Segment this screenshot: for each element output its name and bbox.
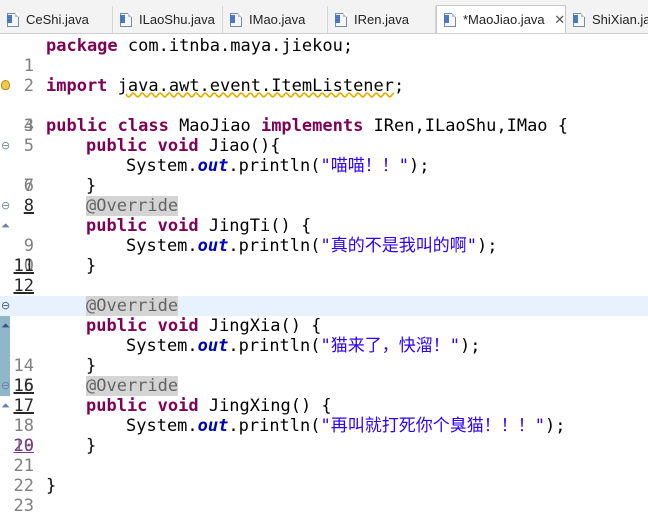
semicolon: ; [394, 76, 405, 96]
tab-label: IRen.java [354, 12, 409, 27]
fold-icon[interactable]: ⊖ [1, 380, 10, 392]
override-triangle-icon[interactable]: ⏶ [1, 400, 10, 412]
annotation: @Override [86, 196, 179, 216]
tab-label: ILaoShu.java [139, 12, 215, 27]
override-triangle-icon[interactable]: ⏶ [1, 220, 10, 232]
annotation: @Override [86, 296, 179, 316]
keyword: public void [86, 316, 199, 336]
string-literal: "再叫就打死你个臭猫！！！" [320, 416, 545, 436]
code-line: ⏶ 10 public void JingTi() { [0, 216, 648, 276]
code-line: 12 } [0, 256, 648, 296]
close-icon[interactable]: ✕ [554, 12, 565, 27]
code-text: System. [126, 236, 198, 256]
fold-icon[interactable]: ⊖ [1, 300, 10, 312]
code-text: System. [126, 416, 198, 436]
tab-shixian[interactable]: ShiXian.java [566, 6, 648, 33]
current-code-line: ⊖ 14 @Override [0, 296, 648, 376]
java-file-icon [120, 13, 132, 27]
code-line: 17 } [0, 356, 648, 416]
method-signature: Jiao(){ [198, 136, 281, 156]
code-line: 22 [0, 456, 648, 496]
code-line: 13 [0, 276, 648, 316]
static-field: out [197, 236, 229, 256]
code-editor[interactable]: 1 package com.itnba.maya.jiekou; 2 3 imp… [0, 34, 648, 516]
string-literal: "喵喵！！" [320, 156, 409, 176]
code-line: 23 } [0, 476, 648, 516]
code-text: System. [126, 156, 198, 176]
keyword: public void [86, 136, 199, 156]
method-signature: JingXing() { [198, 396, 332, 416]
string-literal: "猫来了，快溜！" [320, 336, 460, 356]
code-line: ⏶ 15 public void JingXia() { [0, 316, 648, 396]
unused-import: java.awt.event.ItemListener [117, 76, 395, 96]
static-field: out [197, 336, 229, 356]
interfaces: IRen,ILaoShu,IMao { [363, 116, 569, 136]
java-file-icon [335, 13, 347, 27]
code-line: ⏶ 19 public void JingXing() { [0, 396, 648, 456]
keyword: public void [86, 216, 199, 236]
tab-maojiao[interactable]: *MaoJiao.java ✕ [436, 5, 566, 33]
code-line: ⊖ 9 @Override [0, 196, 648, 256]
static-field: out [197, 416, 229, 436]
code-line: 3 import java.awt.event.ItemListener; [0, 76, 648, 136]
closing-brace: } [86, 356, 97, 376]
closing-brace: } [86, 256, 97, 276]
code-text: .println( [228, 416, 321, 436]
java-file-icon [7, 13, 19, 27]
tab-ilaoshu[interactable]: ILaoShu.java [113, 6, 223, 33]
code-text: .println( [228, 156, 321, 176]
tab-label: ShiXian.java [592, 12, 648, 27]
keyword: public void [86, 396, 199, 416]
code-text: ); [459, 336, 481, 356]
code-line: 8 } [0, 176, 648, 216]
code-text: .println( [228, 336, 321, 356]
code-text: ); [544, 416, 566, 436]
tab-label: CeShi.java [26, 12, 89, 27]
java-file-icon [444, 13, 456, 27]
tab-imao[interactable]: IMao.java [223, 6, 328, 33]
annotation: @Override [86, 376, 179, 396]
code-line: 1 package com.itnba.maya.jiekou; [0, 36, 648, 76]
code-line: 7 System.out.println("喵喵！！"); [0, 156, 648, 196]
code-line: 16 System.out.println("猫来了，快溜！"); [0, 336, 648, 396]
warning-bulb-icon[interactable] [1, 80, 10, 90]
fold-icon[interactable]: ⊖ [1, 200, 10, 212]
code-text: System. [126, 336, 198, 356]
code-line: 20 System.out.println("再叫就打死你个臭猫！！！"); [0, 416, 648, 456]
code-line: 4 [0, 96, 648, 136]
code-line: 21 } [0, 436, 648, 476]
tab-label: IMao.java [249, 12, 306, 27]
keyword: package [46, 36, 118, 56]
keyword: public class [46, 116, 169, 136]
fold-icon[interactable]: ⊖ [1, 140, 10, 152]
keyword: implements [260, 116, 364, 136]
code-text: .println( [228, 236, 321, 256]
java-file-icon [573, 13, 585, 27]
closing-brace: } [46, 476, 57, 496]
tab-label: *MaoJiao.java [463, 12, 545, 27]
closing-brace: } [86, 176, 97, 196]
code-line: 24 [0, 496, 648, 516]
code-line: 2 [0, 56, 648, 96]
override-triangle-icon[interactable]: ⏶ [1, 320, 10, 332]
closing-brace: } [86, 436, 97, 456]
tab-ceshi[interactable]: CeShi.java [0, 6, 113, 33]
tab-iren[interactable]: IRen.java [328, 6, 436, 33]
package-name: com.itnba.maya.jiekou; [117, 36, 354, 56]
code-line: 11 System.out.println("真的不是我叫的啊"); [0, 236, 648, 276]
code-line: ⊖ 6 public void Jiao(){ [0, 136, 648, 196]
code-line: ⊖ 18 @Override [0, 376, 648, 436]
code-line: 5 public class MaoJiao implements IRen,I… [0, 116, 648, 156]
code-text: ); [408, 156, 430, 176]
java-file-icon [230, 13, 242, 27]
method-signature: JingXia() { [198, 316, 322, 336]
class-name: MaoJiao [168, 116, 261, 136]
code-text: ); [476, 236, 498, 256]
string-literal: "真的不是我叫的啊" [320, 236, 477, 256]
keyword: import [46, 76, 108, 96]
editor-tab-bar: CeShi.java ILaoShu.java IMao.java IRen.j… [0, 0, 648, 34]
method-signature: JingTi() { [198, 216, 312, 236]
static-field: out [197, 156, 229, 176]
